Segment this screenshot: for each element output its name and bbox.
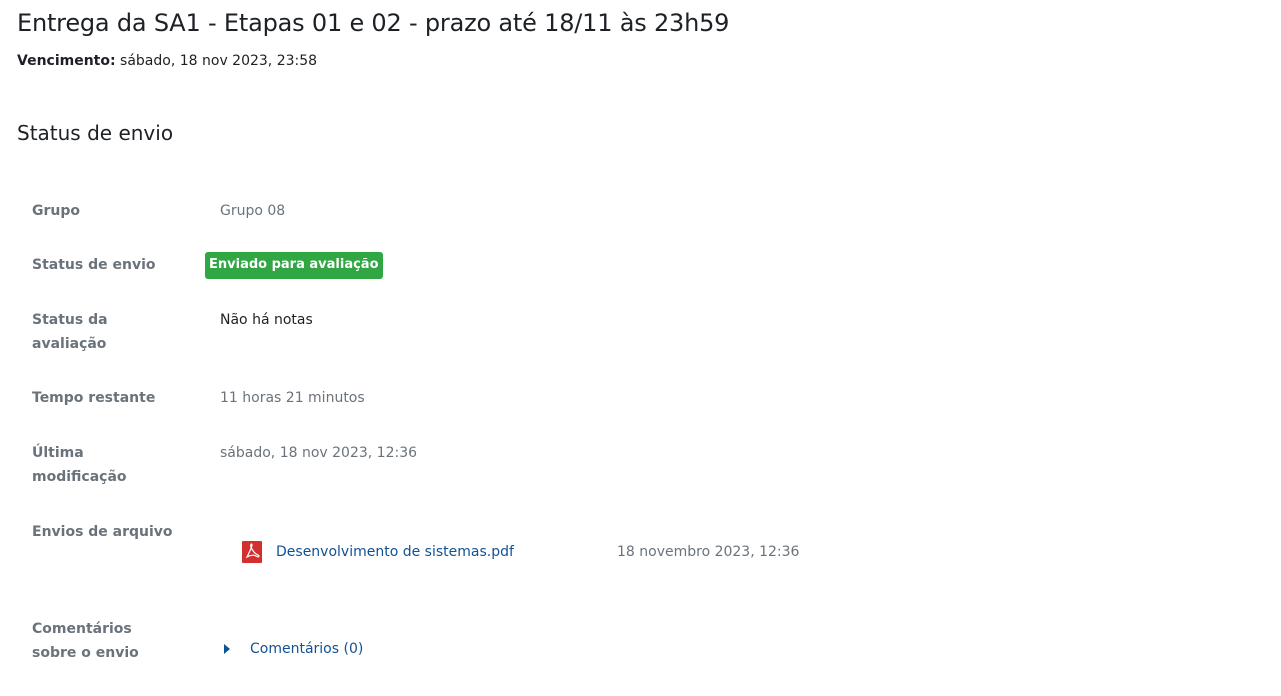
last-modified-value: sábado, 18 nov 2023, 12:36	[220, 445, 418, 461]
file-icon-wrapper	[242, 540, 262, 564]
due-date: Vencimento: sábado, 18 nov 2023, 23:58	[17, 53, 317, 69]
section-title: Status de envio	[17, 121, 174, 145]
last-modified-label: Última modificação	[32, 445, 127, 485]
caret-right-icon[interactable]	[224, 644, 230, 654]
grading-status-label: Status da avaliação	[32, 312, 108, 352]
time-remaining-value: 11 horas 21 minutos	[220, 390, 365, 406]
file-date: 18 novembro 2023, 12:36	[617, 544, 800, 560]
due-date-value: sábado, 18 nov 2023, 23:58	[120, 53, 318, 69]
file-submissions-label: Envios de arquivo	[32, 524, 173, 540]
comments-link[interactable]: Comentários (0)	[250, 637, 363, 661]
submission-comments-label: Comentários sobre o envio	[32, 621, 139, 661]
grading-status-value: Não há notas	[220, 312, 313, 328]
pdf-icon	[242, 541, 262, 563]
page-title: Entrega da SA1 - Etapas 01 e 02 - prazo …	[17, 9, 730, 37]
group-value: Grupo 08	[220, 203, 286, 219]
file-link[interactable]: Desenvolvimento de sistemas.pdf	[276, 540, 514, 564]
group-label: Grupo	[32, 203, 81, 219]
status-badge: Enviado para avaliação	[205, 252, 383, 279]
time-remaining-label: Tempo restante	[32, 390, 156, 406]
submission-status-label: Status de envio	[32, 257, 156, 273]
due-date-label: Vencimento:	[17, 53, 116, 69]
comments-toggle[interactable]	[224, 637, 230, 661]
